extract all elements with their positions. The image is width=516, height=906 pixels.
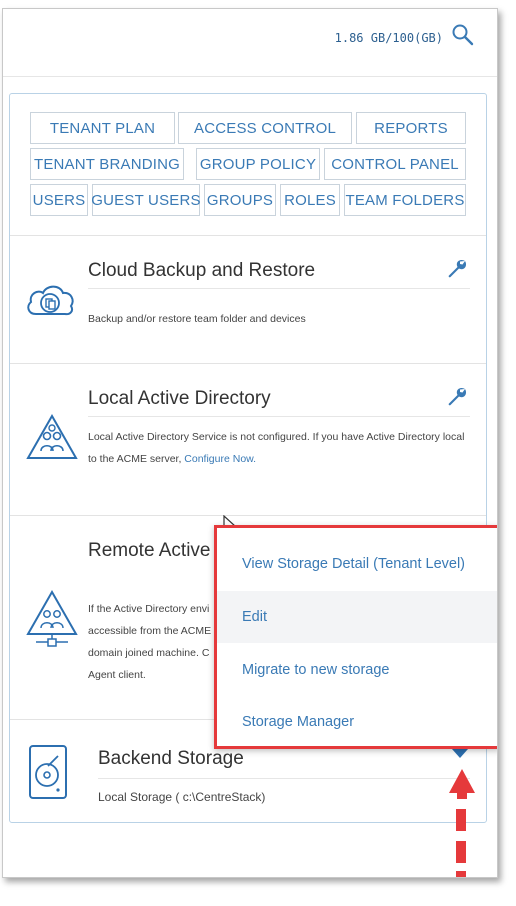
storage-options-menu: View Storage Detail (Tenant Level) Edit … <box>214 525 497 749</box>
local-ad-description: Local Active Directory Service is not co… <box>88 426 466 470</box>
hard-drive-icon <box>28 744 68 805</box>
storage-usage: 1.86 GB/100(GB) <box>334 31 443 45</box>
app-window: 1.86 GB/100(GB) TENANT PLAN ACCESS CONTR… <box>2 8 498 878</box>
configure-now-link[interactable]: Configure Now. <box>184 453 256 465</box>
annotation-arrow-dash <box>456 871 466 877</box>
tab-reports[interactable]: REPORTS <box>356 112 466 144</box>
tab-group-policy[interactable]: GROUP POLICY <box>196 148 320 180</box>
wrench-icon[interactable] <box>446 386 468 408</box>
backend-storage-description: Local Storage ( c:\CentreStack) <box>98 790 266 804</box>
backend-storage-title: Backend Storage <box>98 748 244 769</box>
local-ad-description-text: Local Active Directory Service is not co… <box>88 431 465 465</box>
divider <box>88 288 470 289</box>
local-ad-title: Local Active Directory <box>88 388 271 409</box>
tab-groups[interactable]: GROUPS <box>204 184 276 216</box>
annotation-arrow-icon <box>448 767 476 806</box>
menu-item-storage-manager[interactable]: Storage Manager <box>217 696 497 748</box>
tab-guest-users[interactable]: GUEST USERS <box>91 184 201 216</box>
tab-roles[interactable]: ROLES <box>280 184 340 216</box>
tab-bar: TENANT PLAN ACCESS CONTROL REPORTS TENAN… <box>10 94 486 236</box>
annotation-arrow-dash <box>456 841 466 863</box>
cloud-backup-row: Cloud Backup and Restore Backup and/or r… <box>10 236 486 364</box>
menu-item-view-storage-detail[interactable]: View Storage Detail (Tenant Level) <box>217 538 497 590</box>
annotation-arrow-dash <box>456 809 466 831</box>
tab-tenant-branding[interactable]: TENANT BRANDING <box>30 148 184 180</box>
top-bar: 1.86 GB/100(GB) <box>3 9 497 77</box>
search-icon[interactable] <box>451 23 475 47</box>
tab-access-control[interactable]: ACCESS CONTROL <box>178 112 352 144</box>
cloud-backup-description: Backup and/or restore team folder and de… <box>88 313 306 325</box>
wrench-icon[interactable] <box>446 258 468 280</box>
cloud-backup-icon <box>24 280 76 325</box>
remote-directory-icon <box>26 589 78 655</box>
tab-tenant-plan[interactable]: TENANT PLAN <box>30 112 175 144</box>
active-directory-icon <box>26 413 78 465</box>
divider <box>98 778 470 779</box>
divider <box>88 416 470 417</box>
local-ad-row: Local Active Directory Local Active Dire… <box>10 364 486 516</box>
tab-control-panel[interactable]: CONTROL PANEL <box>324 148 466 180</box>
remote-ad-title: Remote Active <box>88 540 211 561</box>
menu-item-edit[interactable]: Edit <box>217 591 497 643</box>
tab-users[interactable]: USERS <box>30 184 88 216</box>
cloud-backup-title: Cloud Backup and Restore <box>88 260 316 281</box>
tab-team-folders[interactable]: TEAM FOLDERS <box>344 184 466 216</box>
menu-item-migrate-storage[interactable]: Migrate to new storage <box>217 644 497 696</box>
